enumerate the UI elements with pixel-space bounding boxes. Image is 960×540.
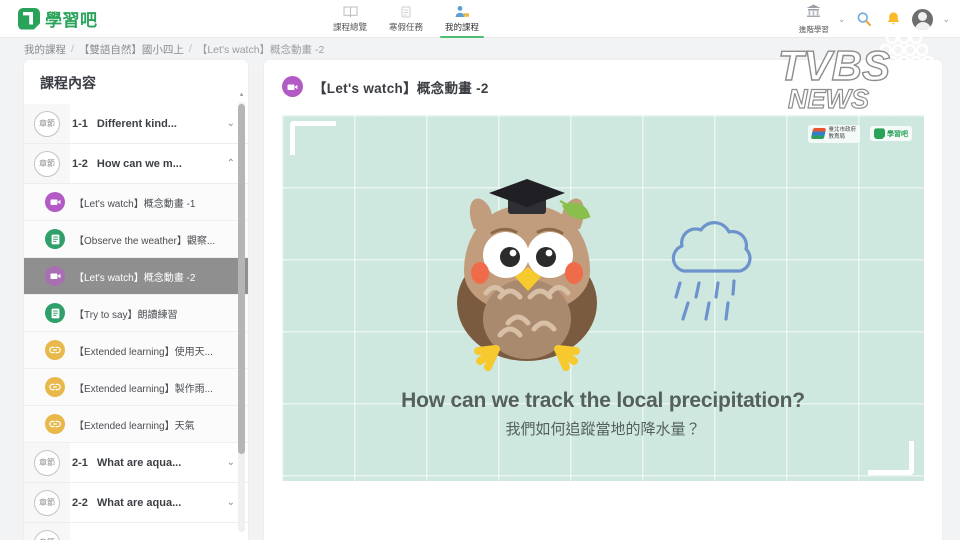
video-caption: How can we track the local precipitation… bbox=[282, 389, 924, 439]
advanced-learning-menu[interactable]: 進階學習 bbox=[799, 3, 829, 35]
sidebar-lesson-lets-watch-1[interactable]: 【Let's watch】概念動畫 -1 bbox=[24, 184, 248, 221]
lesson-label: 【Extended learning】使用天... bbox=[74, 346, 213, 358]
nav-item-course-overview[interactable]: 課程總覽 bbox=[322, 0, 378, 38]
chevron-down-icon[interactable]: ⌄ bbox=[227, 457, 235, 468]
graduation-building-icon bbox=[805, 3, 822, 23]
my-course-icon bbox=[454, 3, 470, 20]
taipei-gov-badge: 臺北市政府 教育局 bbox=[808, 125, 860, 143]
app-logo-icon bbox=[874, 128, 885, 140]
video-player[interactable]: 臺北市政府 教育局 學習吧 How can we track the local… bbox=[282, 115, 924, 481]
doc-icon bbox=[45, 303, 65, 323]
app-badge: 學習吧 bbox=[870, 126, 912, 142]
video-icon bbox=[45, 266, 65, 286]
chevron-down-icon[interactable]: ⌄ bbox=[227, 118, 235, 129]
sidebar-chapter-1-2[interactable]: 章節 1-2 How can we m... ⌃ bbox=[24, 144, 248, 184]
logo-text: 學習吧 bbox=[45, 11, 98, 30]
search-icon[interactable] bbox=[854, 9, 874, 29]
site-logo[interactable]: 學習吧 bbox=[18, 6, 98, 31]
corner-bracket-bottom-right bbox=[868, 441, 914, 475]
logo-mark-icon bbox=[18, 7, 40, 30]
caption-chinese: 我們如何追蹤當地的降水量？ bbox=[505, 421, 701, 438]
doc-icon bbox=[45, 229, 65, 249]
main-navigation: 課程總覽 寒假任務 我的課程 bbox=[322, 0, 490, 38]
sidebar-chapter-next-partial[interactable]: 章節 bbox=[24, 523, 248, 540]
chapter-name: What are aqua... bbox=[96, 456, 182, 469]
sidebar-chapter-1-1[interactable]: 章節 1-1 Different kind... ⌄ bbox=[24, 104, 248, 144]
video-icon bbox=[282, 76, 303, 97]
gov-line-1: 臺北市政府 bbox=[828, 127, 856, 133]
nav-label: 我的課程 bbox=[444, 22, 479, 32]
chapter-badge: 章節 bbox=[34, 150, 60, 177]
chapter-number: 1-1 bbox=[72, 117, 88, 130]
breadcrumb-item-2: 【Let's watch】概念動畫 -2 bbox=[196, 43, 325, 56]
breadcrumb-item-1[interactable]: 【雙語自然】國小四上 bbox=[79, 42, 184, 57]
chapter-name: What are aqua... bbox=[96, 496, 182, 509]
breadcrumb-item-0[interactable]: 我的課程 bbox=[24, 42, 66, 57]
lesson-label: 【Extended learning】天氣 bbox=[74, 420, 195, 432]
chevron-down-icon[interactable]: ⌄ bbox=[227, 497, 235, 508]
owl-graduate-illustration bbox=[434, 171, 620, 376]
breadcrumb-separator: / bbox=[71, 43, 74, 55]
breadcrumb: 我的課程 / 【雙語自然】國小四上 / 【Let's watch】概念動畫 -2 bbox=[0, 38, 960, 60]
nav-label: 寒假任務 bbox=[388, 22, 423, 32]
lesson-label: 【Let's watch】概念動畫 -1 bbox=[74, 198, 196, 210]
breadcrumb-separator: / bbox=[188, 43, 192, 55]
sidebar-chapter-2-2[interactable]: 章節 2-2 What are aqua... ⌄ bbox=[24, 483, 248, 523]
chevron-down-icon-account[interactable]: ⌄ bbox=[942, 14, 950, 25]
sidebar-lesson-observe-weather[interactable]: 【Observe the weather】觀察... bbox=[24, 221, 248, 258]
chapter-badge: 章節 bbox=[34, 449, 60, 476]
chapter-name: How can we m... bbox=[96, 157, 182, 170]
caption-english: How can we track the local precipitation… bbox=[401, 389, 805, 412]
link-icon bbox=[45, 340, 65, 360]
taipei-gov-badge-text: 臺北市政府 教育局 bbox=[828, 127, 856, 141]
sidebar-lesson-try-to-say[interactable]: 【Try to say】朗讀練習 bbox=[24, 295, 248, 332]
top-header: 學習吧 課程總覽 寒假任務 我的課程 進階學習 ⌄ ⌄ bbox=[0, 0, 960, 38]
corner-bracket-top-left bbox=[290, 121, 336, 155]
chevron-up-icon[interactable]: ⌃ bbox=[227, 158, 235, 169]
nav-label: 課程總覽 bbox=[332, 22, 367, 32]
lesson-label: 【Observe the weather】觀察... bbox=[74, 235, 216, 247]
page-title: 【Let's watch】概念動畫 -2 bbox=[313, 80, 489, 96]
app-badge-text: 學習吧 bbox=[887, 130, 908, 138]
rain-cloud-illustration bbox=[654, 211, 764, 336]
video-branding-badges: 臺北市政府 教育局 學習吧 bbox=[808, 125, 912, 143]
chapter-number: 1-2 bbox=[72, 157, 88, 170]
chapter-name: Different kind... bbox=[96, 117, 177, 130]
avatar[interactable] bbox=[912, 8, 934, 30]
sidebar-title: 課程內容 bbox=[40, 75, 96, 91]
chapter-number: 2-1 bbox=[72, 456, 88, 469]
chapter-badge: 章節 bbox=[34, 489, 60, 516]
book-icon bbox=[343, 3, 358, 20]
task-icon bbox=[399, 3, 413, 20]
chapter-badge: 章節 bbox=[34, 110, 60, 137]
chapter-number: 2-2 bbox=[72, 496, 88, 509]
nav-item-winter-task[interactable]: 寒假任務 bbox=[378, 0, 434, 38]
gov-line-2: 教育局 bbox=[828, 133, 845, 140]
link-icon bbox=[45, 414, 65, 434]
chapter-badge: 章節 bbox=[34, 529, 60, 540]
taipei-gov-logo-icon bbox=[811, 128, 827, 140]
sidebar-lesson-extended-2[interactable]: 【Extended learning】製作雨... bbox=[24, 369, 248, 406]
advanced-learning-label: 進階學習 bbox=[798, 25, 829, 34]
lesson-label: 【Try to say】朗讀練習 bbox=[74, 309, 178, 321]
lesson-label: 【Let's watch】概念動畫 -2 bbox=[74, 272, 196, 284]
video-icon bbox=[45, 192, 65, 212]
chevron-down-icon[interactable]: ⌄ bbox=[838, 14, 846, 25]
lesson-label: 【Extended learning】製作雨... bbox=[74, 383, 213, 395]
nav-item-my-course[interactable]: 我的課程 bbox=[434, 0, 490, 38]
link-icon bbox=[45, 377, 65, 397]
sidebar-chapter-2-1[interactable]: 章節 2-1 What are aqua... ⌄ bbox=[24, 443, 248, 483]
course-sidebar: 課程內容 章節 1-1 Different kind... ⌄ 章節 1-2 H… bbox=[24, 60, 248, 540]
sidebar-scrollbar-thumb[interactable] bbox=[238, 104, 245, 454]
bell-icon[interactable] bbox=[883, 9, 903, 29]
content-header: 【Let's watch】概念動畫 -2 bbox=[264, 60, 942, 97]
header-actions: 進階學習 ⌄ ⌄ bbox=[799, 0, 950, 38]
scroll-up-arrow-icon[interactable]: ▴ bbox=[237, 90, 246, 99]
sidebar-lesson-extended-3[interactable]: 【Extended learning】天氣 bbox=[24, 406, 248, 443]
main-content: 【Let's watch】概念動畫 -2 臺北市政府 教育局 學習吧 How c… bbox=[264, 60, 942, 540]
sidebar-lesson-lets-watch-2[interactable]: 【Let's watch】概念動畫 -2 bbox=[24, 258, 248, 295]
sidebar-lesson-extended-1[interactable]: 【Extended learning】使用天... bbox=[24, 332, 248, 369]
page-body: 課程內容 章節 1-1 Different kind... ⌄ 章節 1-2 H… bbox=[0, 60, 960, 540]
sidebar-list: 章節 1-1 Different kind... ⌄ 章節 1-2 How ca… bbox=[24, 104, 248, 540]
